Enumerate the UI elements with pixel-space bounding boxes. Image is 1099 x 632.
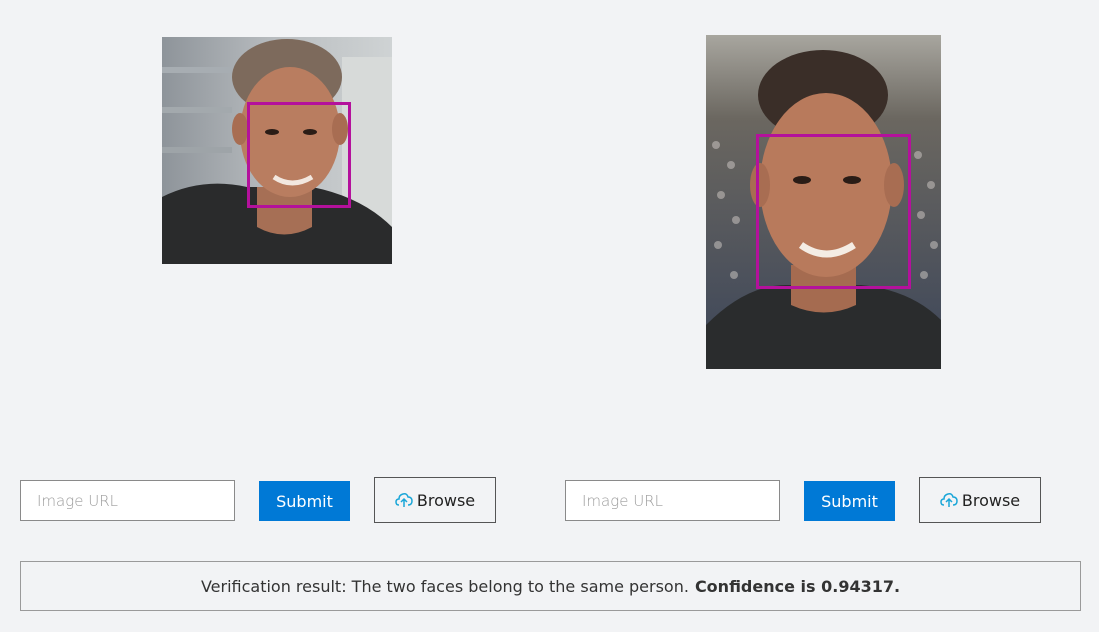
- cloud-upload-icon: [940, 491, 958, 509]
- submit-button-2[interactable]: Submit: [804, 481, 895, 521]
- browse-button-label: Browse: [416, 490, 476, 510]
- face-image-1: [162, 37, 392, 264]
- confidence-text: Confidence is 0.94317.: [694, 576, 901, 596]
- browse-button-1[interactable]: Browse: [374, 477, 496, 523]
- browse-button-label: Browse: [961, 490, 1021, 510]
- submit-button-1[interactable]: Submit: [259, 481, 350, 521]
- face-detection-box-2: [756, 134, 911, 289]
- cloud-upload-icon: [395, 491, 413, 509]
- face-detection-box-1: [247, 102, 351, 208]
- image-url-input-1[interactable]: [20, 480, 235, 521]
- face-image-2: [706, 35, 941, 369]
- verification-result: Verification result: The two faces belon…: [20, 561, 1081, 611]
- result-text: Verification result: The two faces belon…: [200, 576, 689, 596]
- browse-button-2[interactable]: Browse: [919, 477, 1041, 523]
- image-url-input-2[interactable]: [565, 480, 780, 521]
